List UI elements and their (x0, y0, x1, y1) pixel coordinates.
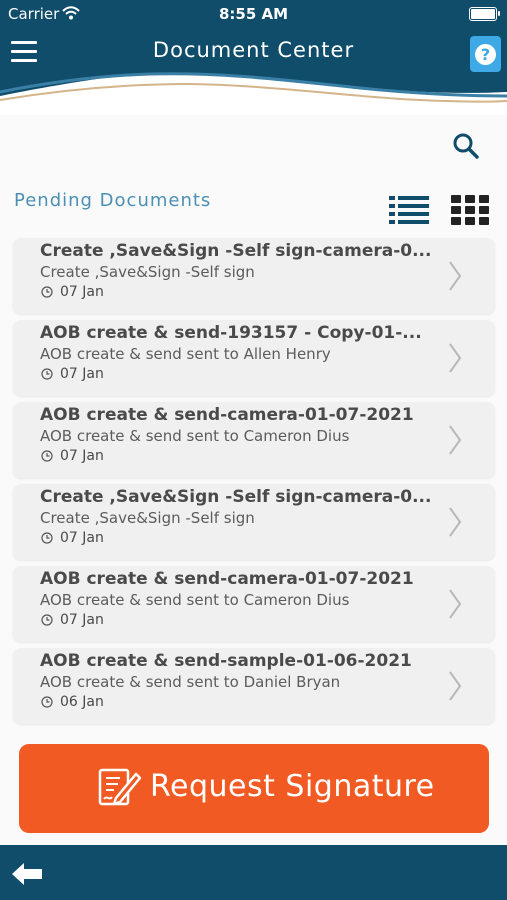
document-subtitle: Create ,Save&Sign -Self sign (40, 263, 255, 281)
clock-time: 8:55 AM (218, 5, 289, 23)
sign-document-icon (98, 768, 142, 806)
chevron-right-icon (449, 507, 462, 537)
list-view-icon[interactable] (389, 195, 429, 225)
chevron-right-icon (449, 671, 462, 701)
document-row[interactable]: Create ,Save&Sign -Self sign-camera-0...… (13, 484, 495, 560)
document-subtitle: Create ,Save&Sign -Self sign (40, 509, 255, 527)
bottom-bar (0, 845, 507, 900)
grid-view-icon[interactable] (451, 195, 489, 225)
document-row[interactable]: Create ,Save&Sign -Self sign-camera-0...… (13, 238, 495, 314)
document-title: AOB create & send-camera-01-07-2021 (40, 405, 414, 425)
app-header: Carrier 8:55 AM Document Center ? (0, 0, 507, 115)
clock-icon (41, 614, 53, 626)
document-subtitle: AOB create & send sent to Allen Henry (40, 345, 331, 363)
chevron-right-icon (449, 261, 462, 291)
help-button[interactable]: ? (470, 36, 501, 72)
chevron-right-icon (449, 425, 462, 455)
document-date: 07 Jan (60, 612, 104, 628)
document-subtitle: AOB create & send sent to Cameron Dius (40, 427, 350, 445)
document-list: Create ,Save&Sign -Self sign-camera-0...… (13, 238, 495, 730)
clock-icon (41, 368, 53, 380)
document-date: 07 Jan (60, 284, 104, 300)
chevron-right-icon (449, 589, 462, 619)
document-title: AOB create & send-sample-01-06-2021 (40, 651, 412, 671)
search-icon[interactable] (452, 132, 480, 160)
document-title: AOB create & send-camera-01-07-2021 (40, 569, 414, 589)
clock-icon (41, 450, 53, 462)
chevron-right-icon (449, 343, 462, 373)
document-title: Create ,Save&Sign -Self sign-camera-0... (40, 241, 432, 261)
request-signature-button[interactable]: Request Signature (19, 744, 489, 833)
document-row[interactable]: AOB create & send-193157 - Copy-01-... A… (13, 320, 495, 396)
document-row[interactable]: AOB create & send-camera-01-07-2021 AOB … (13, 566, 495, 642)
battery-icon (469, 7, 500, 21)
document-date: 07 Jan (60, 530, 104, 546)
document-subtitle: AOB create & send sent to Daniel Bryan (40, 673, 341, 691)
document-date: 07 Jan (60, 448, 104, 464)
document-date: 06 Jan (60, 694, 104, 710)
clock-icon (41, 696, 53, 708)
document-subtitle: AOB create & send sent to Cameron Dius (40, 591, 350, 609)
document-title: AOB create & send-193157 - Copy-01-... (40, 323, 422, 343)
page-title: Document Center (152, 38, 355, 62)
request-signature-label: Request Signature (150, 769, 435, 804)
document-row[interactable]: AOB create & send-sample-01-06-2021 AOB … (13, 648, 495, 724)
clock-icon (41, 532, 53, 544)
document-row[interactable]: AOB create & send-camera-01-07-2021 AOB … (13, 402, 495, 478)
question-icon: ? (475, 44, 496, 65)
back-arrow-icon[interactable] (11, 862, 43, 886)
clock-icon (41, 286, 53, 298)
section-title: Pending Documents (14, 190, 212, 211)
status-bar: Carrier 8:55 AM (0, 0, 507, 28)
document-date: 07 Jan (60, 366, 104, 382)
document-title: Create ,Save&Sign -Self sign-camera-0... (40, 487, 432, 507)
